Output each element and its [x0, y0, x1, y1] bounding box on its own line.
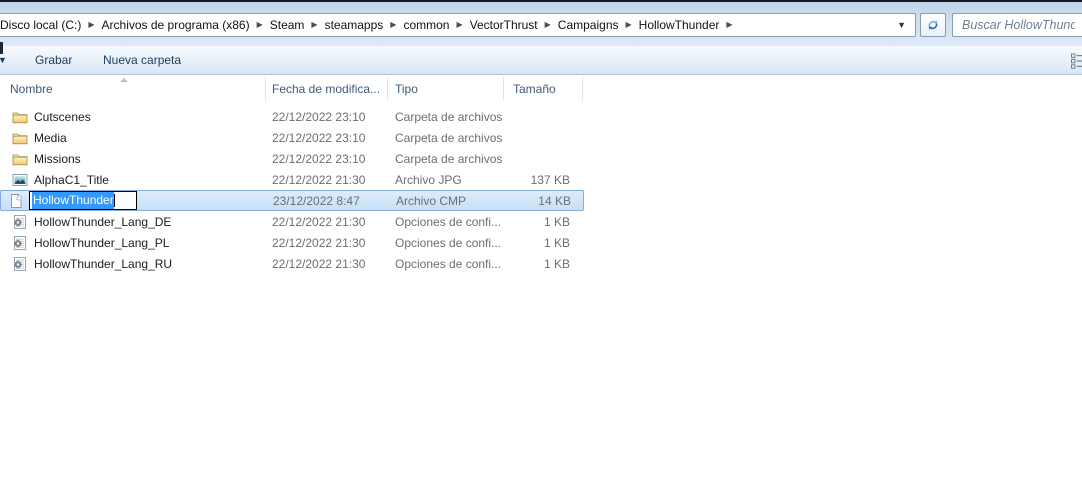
refresh-button[interactable]	[920, 13, 946, 37]
file-row-hollowthunder-lang-pl[interactable]: HollowThunder_Lang_PL 22/12/2022 21:30 O…	[0, 232, 584, 253]
breadcrumb-item-disco-local[interactable]: Disco local (C:)	[0, 15, 87, 35]
image-file-icon	[12, 173, 28, 186]
file-row-alphac1-title[interactable]: AlphaC1_Title 22/12/2022 21:30 Archivo J…	[0, 169, 584, 190]
address-history-dropdown-icon[interactable]: ▼	[888, 20, 915, 30]
chevron-right-icon[interactable]: ▶	[256, 21, 264, 29]
file-name: Cutscenes	[0, 109, 266, 125]
column-header-type[interactable]: Tipo	[388, 77, 504, 101]
file-date: 22/12/2022 23:10	[272, 151, 366, 166]
chevron-right-icon[interactable]: ▶	[455, 21, 463, 29]
chevron-right-icon[interactable]: ▶	[310, 21, 318, 29]
breadcrumb-item-campaigns[interactable]: Campaigns	[552, 15, 625, 35]
search-input[interactable]	[953, 14, 1082, 36]
column-header-name[interactable]: Nombre	[0, 77, 266, 101]
config-file-icon	[13, 235, 26, 250]
file-name: HollowThunder_Lang_DE	[0, 214, 266, 230]
file-name-label: HollowThunder_Lang_RU	[34, 256, 173, 271]
chevron-right-icon[interactable]: ▶	[389, 21, 397, 29]
new-folder-button[interactable]: Nueva carpeta	[103, 53, 181, 67]
file-date: 22/12/2022 21:30	[272, 172, 366, 187]
file-size: 137 KB	[530, 172, 570, 187]
window-left-edge-fragment	[0, 42, 3, 54]
file-type: Archivo JPG	[395, 172, 462, 187]
folder-icon	[12, 133, 28, 144]
file-icon	[11, 193, 22, 208]
breadcrumb: Disco local (C:) ▶ Archivos de programa …	[0, 15, 888, 35]
file-row-hollowthunder-lang-ru[interactable]: HollowThunder_Lang_RU 22/12/2022 21:30 O…	[0, 253, 584, 274]
file-type: Carpeta de archivos	[395, 109, 503, 124]
search-box	[952, 13, 1082, 37]
file-row-hollowthunder-lang-de[interactable]: HollowThunder_Lang_DE 22/12/2022 21:30 O…	[0, 211, 584, 232]
chevron-right-icon[interactable]: ▶	[625, 21, 633, 29]
file-row-media[interactable]: Media 22/12/2022 23:10 Carpeta de archiv…	[0, 127, 584, 148]
file-date: 22/12/2022 21:30	[272, 214, 366, 229]
breadcrumb-item-common[interactable]: common	[397, 15, 455, 35]
file-name: AlphaC1_Title	[0, 172, 266, 188]
chevron-right-icon[interactable]: ▶	[87, 21, 95, 29]
file-type: Opciones de confi...	[395, 235, 502, 250]
folder-icon	[12, 154, 28, 165]
file-name-label: AlphaC1_Title	[34, 172, 109, 187]
file-name: HollowThunder_Lang_PL	[0, 235, 266, 251]
address-bar[interactable]: Disco local (C:) ▶ Archivos de programa …	[0, 13, 916, 37]
file-type: Carpeta de archivos	[395, 151, 503, 166]
file-date: 22/12/2022 23:10	[272, 109, 366, 124]
file-type: Carpeta de archivos	[395, 130, 503, 145]
sort-ascending-icon	[120, 78, 128, 82]
breadcrumb-item-steamapps[interactable]: steamapps	[319, 15, 390, 35]
breadcrumb-item-steam[interactable]: Steam	[264, 15, 311, 35]
breadcrumb-item-vectorthrust[interactable]: VectorThrust	[464, 15, 544, 35]
file-date: 22/12/2022 21:30	[272, 256, 366, 271]
file-size: 1 KB	[543, 256, 570, 271]
burn-button[interactable]: Grabar	[35, 53, 72, 67]
column-headers: Nombre Fecha de modifica... Tipo Tamaño	[0, 77, 1082, 101]
chevron-right-icon[interactable]: ▶	[544, 21, 552, 29]
file-name-label: Media	[34, 130, 67, 145]
file-type: Opciones de confi...	[395, 214, 502, 229]
file-row-missions[interactable]: Missions 22/12/2022 23:10 Carpeta de arc…	[0, 148, 584, 169]
address-band: Disco local (C:) ▶ Archivos de programa …	[0, 2, 1082, 46]
file-type: Archivo CMP	[396, 193, 467, 208]
file-name: Media	[0, 130, 266, 146]
breadcrumb-item-hollowthunder[interactable]: HollowThunder	[633, 15, 726, 35]
config-file-icon	[13, 214, 26, 229]
toolbar: ▼ Grabar Nueva carpeta	[0, 42, 1082, 75]
file-name-label: Missions	[34, 151, 81, 166]
file-name-label: Cutscenes	[34, 109, 91, 124]
file-row-hollowthunder-selected[interactable]: HollowThunder 23/12/2022 8:47 Archivo CM…	[0, 190, 584, 211]
refresh-icon	[927, 19, 939, 31]
file-name-label: HollowThunder_Lang_PL	[34, 235, 170, 250]
folder-icon	[12, 112, 28, 123]
breadcrumb-item-archivos-de-programa[interactable]: Archivos de programa (x86)	[96, 15, 256, 35]
file-date: 22/12/2022 21:30	[272, 235, 366, 250]
explorer-window: Disco local (C:) ▶ Archivos de programa …	[0, 0, 1082, 504]
text-caret	[113, 194, 115, 207]
file-size: 1 KB	[543, 214, 570, 229]
file-date: 23/12/2022 8:47	[273, 193, 360, 208]
chevron-right-icon[interactable]: ▶	[725, 21, 733, 29]
file-rows: Cutscenes 22/12/2022 23:10 Carpeta de ar…	[0, 106, 1082, 274]
file-name: Missions	[0, 151, 266, 167]
file-date: 22/12/2022 23:10	[272, 130, 366, 145]
change-view-icon[interactable]	[1071, 53, 1082, 69]
file-size: 1 KB	[543, 235, 570, 250]
file-name: HollowThunder_Lang_RU	[0, 256, 266, 272]
file-name-label: HollowThunder_Lang_DE	[34, 214, 172, 229]
file-row-cutscenes[interactable]: Cutscenes 22/12/2022 23:10 Carpeta de ar…	[0, 106, 584, 127]
rename-selected-text: HollowThunder	[32, 192, 114, 209]
file-name: HollowThunder	[1, 191, 267, 210]
file-list: Nombre Fecha de modifica... Tipo Tamaño …	[0, 77, 1082, 274]
rename-input[interactable]: HollowThunder	[29, 191, 137, 210]
file-size: 14 KB	[538, 193, 571, 208]
partial-dropdown-arrow-icon[interactable]: ▼	[0, 55, 7, 65]
config-file-icon	[13, 256, 26, 271]
column-header-size[interactable]: Tamaño	[504, 77, 583, 101]
column-header-date[interactable]: Fecha de modifica...	[266, 77, 388, 101]
file-type: Opciones de confi...	[395, 256, 502, 271]
